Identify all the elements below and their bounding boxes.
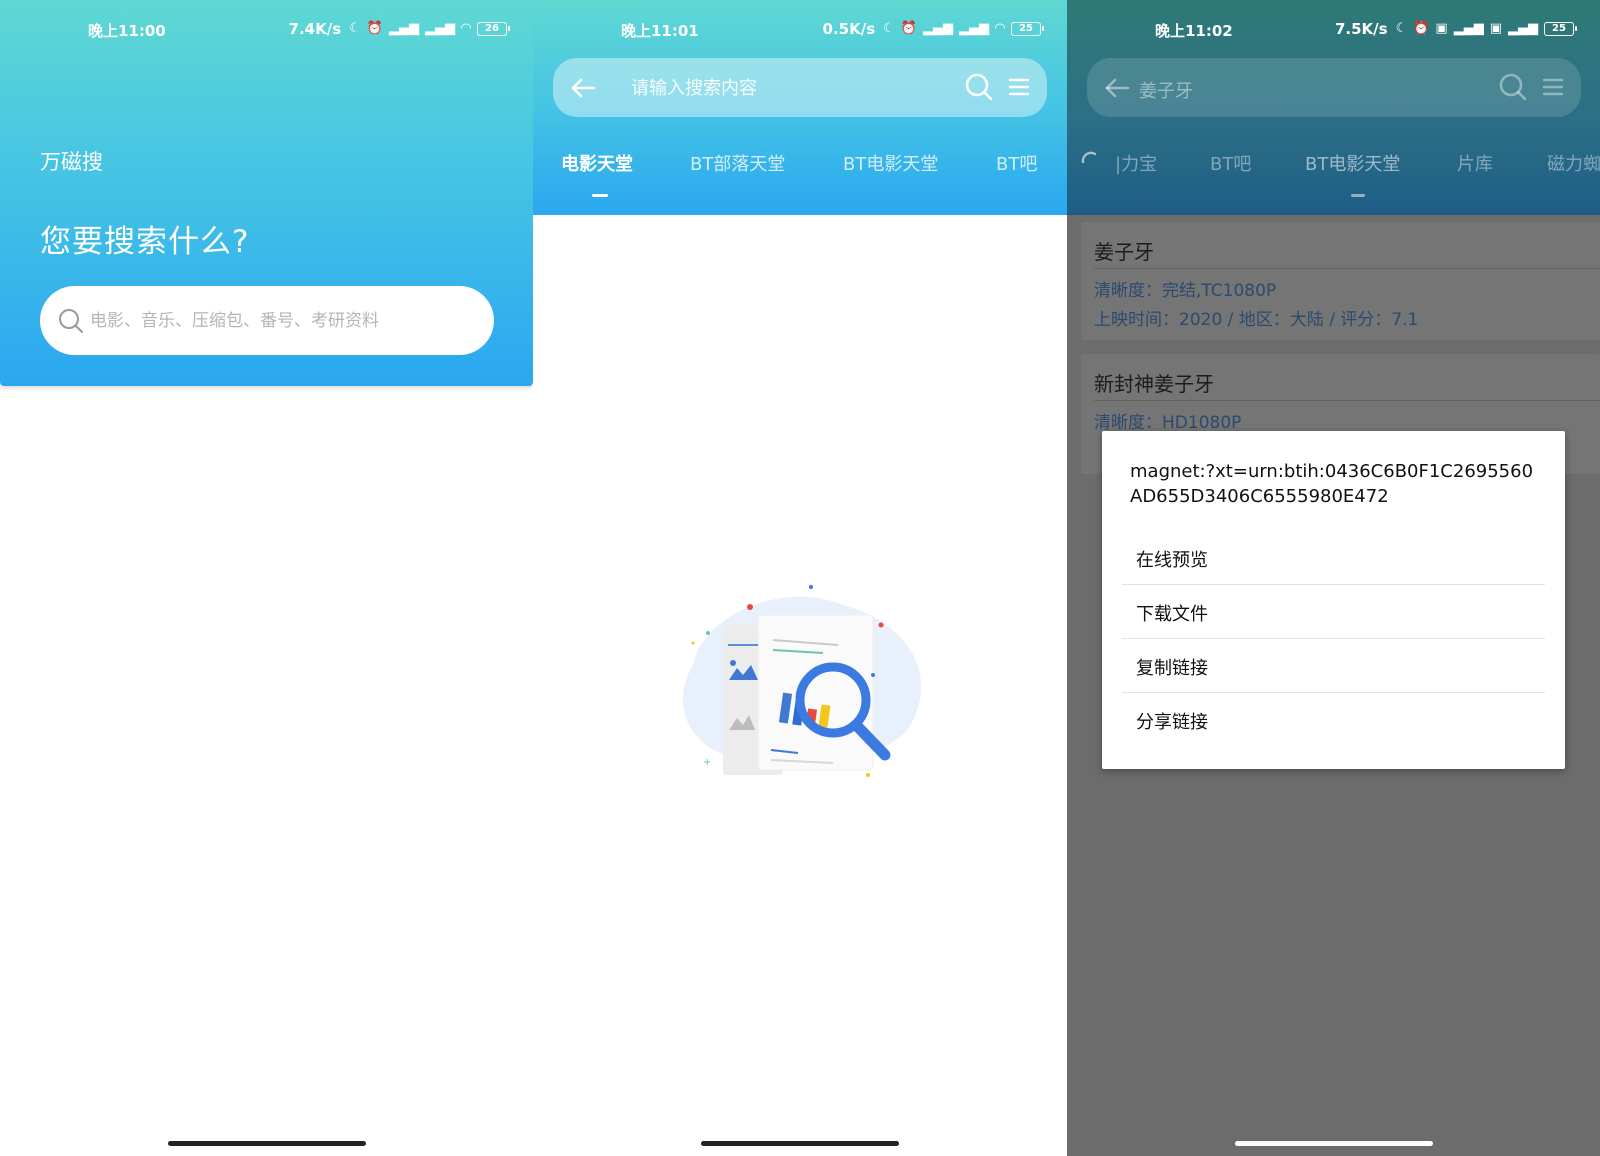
- status-indicators: 7.5K/s ☾ ⏰ ▣ ▂▄▆ ▣ ▂▄▆ 25: [1334, 20, 1577, 38]
- magnet-link-text: magnet:?xt=urn:btih:0436C6B0F1C2695560AD…: [1130, 461, 1534, 507]
- home-indicator[interactable]: [168, 1141, 366, 1146]
- option-label: 分享链接: [1136, 712, 1208, 733]
- active-tab-indicator: [592, 194, 608, 197]
- network-speed: 0.5K/s: [822, 20, 876, 38]
- network-speed: 7.5K/s: [1334, 20, 1388, 38]
- signal-icon: ▂▄▆: [389, 21, 419, 36]
- preview-online-option[interactable]: 在线预览: [1122, 531, 1545, 585]
- signal-icon: ▂▄▆: [425, 21, 455, 36]
- result-quality: 清晰度：完结,TC1080P: [1094, 281, 1277, 301]
- alarm-icon: ⏰: [366, 21, 383, 36]
- back-arrow-icon[interactable]: [1101, 72, 1133, 104]
- search-icon[interactable]: [963, 71, 995, 103]
- tab-bt-ba[interactable]: BT吧: [1210, 150, 1251, 176]
- alarm-icon: ⏰: [1413, 21, 1430, 36]
- status-time: 晚上11:01: [621, 22, 699, 40]
- status-indicators: 7.4K/s ☾ ⏰ ▂▄▆ ▂▄▆ ◠ 26: [288, 20, 510, 38]
- option-label: 复制链接: [1136, 658, 1208, 679]
- tab-libao[interactable]: |力宝: [1115, 150, 1157, 176]
- result-card[interactable]: 姜子牙 清晰度：完结,TC1080P 上映时间：2020 / 地区：大陆 / 评…: [1081, 222, 1600, 340]
- tab-bt-dianying-tiantang[interactable]: BT电影天堂: [843, 150, 938, 176]
- page-heading: 您要搜索什么?: [40, 224, 250, 260]
- battery-icon: 26: [477, 22, 510, 36]
- source-tabs: |力宝 BT吧 BT电影天堂 片库 磁力蜘: [1067, 150, 1600, 200]
- tab-bt-dianying-tiantang[interactable]: BT电影天堂: [1305, 150, 1400, 176]
- battery-icon: 25: [1544, 22, 1577, 36]
- result-title: 新封神姜子牙: [1094, 372, 1214, 396]
- battery-icon: 25: [1011, 22, 1044, 36]
- status-time: 晚上11:02: [1155, 22, 1233, 40]
- hd-icon: ▣: [1435, 21, 1448, 36]
- source-tabs: 电影天堂 BT部落天堂 BT电影天堂 BT吧: [533, 150, 1067, 200]
- signal-icon: ▂▄▆: [1453, 21, 1484, 36]
- alarm-icon: ⏰: [900, 21, 917, 36]
- search-query[interactable]: 姜子牙: [1139, 77, 1193, 103]
- copy-link-option[interactable]: 复制链接: [1122, 639, 1545, 693]
- signal-icon: ▂▄▆: [923, 21, 953, 36]
- document-search-illustration: +: [682, 585, 922, 777]
- download-file-option[interactable]: 下载文件: [1122, 585, 1545, 639]
- search-icon: [59, 309, 83, 333]
- result-quality: 清晰度：HD1080P: [1094, 413, 1242, 433]
- tab-bt-ba[interactable]: BT吧: [996, 150, 1037, 176]
- status-time: 晚上11:00: [88, 22, 166, 40]
- share-link-option[interactable]: 分享链接: [1122, 693, 1545, 747]
- status-indicators: 0.5K/s ☾ ⏰ ▂▄▆ ▂▄▆ ◠ 25: [822, 20, 1044, 38]
- wifi-icon: ◠: [995, 21, 1005, 36]
- svg-text:+: +: [703, 757, 711, 768]
- menu-icon[interactable]: [1005, 73, 1033, 101]
- screen-home: 晚上11:00 7.4K/s ☾ ⏰ ▂▄▆ ▂▄▆ ◠ 26 万磁搜 您要搜索…: [0, 0, 533, 1156]
- signal-icon: ▂▄▆: [1508, 21, 1538, 36]
- status-bar: 晚上11:01 0.5K/s ☾ ⏰ ▂▄▆ ▂▄▆ ◠ 25: [533, 0, 1067, 60]
- status-bar: 晚上11:00 7.4K/s ☾ ⏰ ▂▄▆ ▂▄▆ ◠ 26: [0, 0, 533, 60]
- back-arrow-icon[interactable]: [567, 72, 599, 104]
- search-input[interactable]: [90, 306, 470, 336]
- tab-dianying-tiantang[interactable]: 电影天堂: [561, 150, 633, 176]
- result-title: 姜子牙: [1094, 240, 1154, 264]
- screen-search-results: 晚上11:02 7.5K/s ☾ ⏰ ▣ ▂▄▆ ▣ ▂▄▆ 25 姜子牙 |力…: [1067, 0, 1600, 1156]
- option-label: 在线预览: [1136, 550, 1208, 571]
- moon-icon: ☾: [1395, 21, 1408, 36]
- result-info: 上映时间：2020 / 地区：大陆 / 评分：7.1: [1094, 310, 1419, 330]
- tab-bt-buluo-tiantang[interactable]: BT部落天堂: [690, 150, 785, 176]
- status-bar: 晚上11:02 7.5K/s ☾ ⏰ ▣ ▂▄▆ ▣ ▂▄▆ 25: [1067, 0, 1600, 60]
- tab-pianku[interactable]: 片库: [1457, 150, 1493, 176]
- wifi-icon: ◠: [461, 21, 471, 36]
- signal-icon: ▂▄▆: [959, 21, 989, 36]
- menu-icon[interactable]: [1539, 73, 1567, 101]
- app-title: 万磁搜: [40, 150, 103, 174]
- tab-cili-zhizhu[interactable]: 磁力蜘: [1547, 150, 1600, 176]
- option-label: 下载文件: [1136, 604, 1208, 625]
- search-bar: [553, 58, 1047, 117]
- magnet-action-dialog: magnet:?xt=urn:btih:0436C6B0F1C2695560AD…: [1102, 431, 1565, 769]
- moon-icon: ☾: [883, 21, 895, 36]
- search-icon[interactable]: [1497, 71, 1529, 103]
- home-indicator[interactable]: [1235, 1141, 1433, 1146]
- active-tab-indicator: [1351, 194, 1365, 197]
- divider: [1094, 268, 1600, 269]
- moon-icon: ☾: [349, 21, 361, 36]
- search-input[interactable]: [631, 72, 941, 104]
- search-bar: 姜子牙: [1087, 58, 1581, 117]
- hd-icon: ▣: [1489, 21, 1502, 36]
- divider: [1094, 400, 1600, 401]
- home-search-box[interactable]: [40, 286, 494, 355]
- screen-search-empty: 晚上11:01 0.5K/s ☾ ⏰ ▂▄▆ ▂▄▆ ◠ 25 电影天堂: [533, 0, 1067, 1156]
- network-speed: 7.4K/s: [288, 20, 342, 38]
- home-indicator[interactable]: [701, 1141, 899, 1146]
